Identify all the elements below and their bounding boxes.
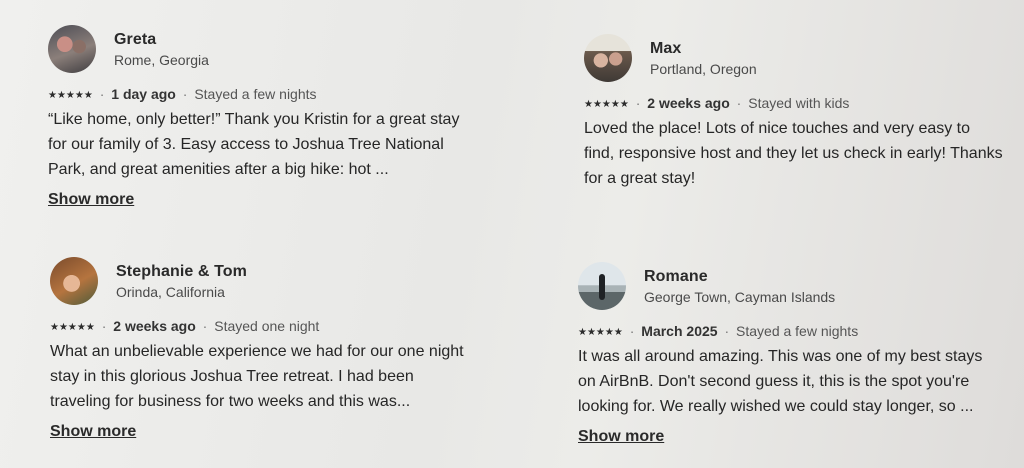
review-text: “Like home, only better!” Thank you Kris…: [48, 111, 460, 178]
show-more-link[interactable]: Show more: [48, 191, 134, 209]
review-header: Romane George Town, Cayman Islands: [578, 261, 1018, 311]
show-more-link[interactable]: Show more: [578, 428, 664, 446]
rating-stars-icon: ★★★★★: [48, 90, 93, 101]
review-meta: ★★★★★ · March 2025 · Stayed a few nights: [578, 323, 1018, 339]
review-text: What an unbelievable experience we had f…: [50, 343, 464, 410]
review-date: 2 weeks ago: [647, 95, 730, 111]
stay-type: Stayed with kids: [748, 95, 850, 111]
review-text: Loved the place! Lots of nice touches an…: [584, 120, 1003, 187]
rating-stars-icon: ★★★★★: [584, 99, 629, 110]
stay-type: Stayed one night: [214, 318, 320, 334]
review-card: Max Portland, Oregon ★★★★★ · 2 weeks ago…: [584, 33, 1024, 191]
reviewer-location: Orinda, California: [116, 283, 225, 300]
rating-stars-icon: ★★★★★: [50, 322, 95, 333]
review-date: 2 weeks ago: [113, 318, 196, 334]
reviewer-info: Greta Rome, Georgia: [114, 31, 209, 68]
review-header: Greta Rome, Georgia: [48, 24, 488, 74]
stay-type: Stayed a few nights: [194, 86, 317, 102]
review-meta: ★★★★★ · 2 weeks ago · Stayed with kids: [584, 95, 1024, 111]
reviewer-info: Stephanie & Tom Orinda, California: [116, 263, 247, 300]
meta-separator: ·: [736, 95, 742, 111]
reviewer-location: Rome, Georgia: [114, 51, 209, 68]
reviewer-name: Romane: [644, 267, 708, 285]
review-text: It was all around amazing. This was one …: [578, 348, 983, 415]
show-more-link[interactable]: Show more: [50, 423, 136, 441]
reviewer-location: Portland, Oregon: [650, 60, 757, 77]
avatar[interactable]: [48, 25, 96, 73]
meta-separator: ·: [182, 86, 188, 102]
review-date: March 2025: [641, 323, 718, 339]
meta-separator: ·: [101, 318, 107, 334]
review-card: Romane George Town, Cayman Islands ★★★★★…: [578, 261, 1018, 446]
avatar[interactable]: [578, 262, 626, 310]
meta-separator: ·: [99, 86, 105, 102]
review-header: Max Portland, Oregon: [584, 33, 1024, 83]
meta-separator: ·: [629, 323, 635, 339]
reviewer-location: George Town, Cayman Islands: [644, 288, 836, 305]
reviewer-name: Stephanie & Tom: [116, 262, 247, 280]
review-meta: ★★★★★ · 1 day ago · Stayed a few nights: [48, 86, 488, 102]
reviewer-name: Max: [650, 39, 682, 57]
review-card: Greta Rome, Georgia ★★★★★ · 1 day ago · …: [48, 24, 488, 209]
review-date: 1 day ago: [111, 86, 176, 102]
review-meta: ★★★★★ · 2 weeks ago · Stayed one night: [50, 318, 490, 334]
reviews-grid: Greta Rome, Georgia ★★★★★ · 1 day ago · …: [0, 0, 1024, 468]
review-card: Stephanie & Tom Orinda, California ★★★★★…: [50, 256, 490, 441]
meta-separator: ·: [724, 323, 730, 339]
reviewer-info: Max Portland, Oregon: [650, 40, 757, 77]
meta-separator: ·: [635, 95, 641, 111]
review-header: Stephanie & Tom Orinda, California: [50, 256, 490, 306]
reviewer-info: Romane George Town, Cayman Islands: [644, 268, 835, 305]
rating-stars-icon: ★★★★★: [578, 327, 623, 338]
meta-separator: ·: [202, 318, 208, 334]
avatar[interactable]: [584, 34, 632, 82]
stay-type: Stayed a few nights: [736, 323, 859, 339]
reviewer-name: Greta: [114, 30, 157, 48]
avatar[interactable]: [50, 257, 98, 305]
